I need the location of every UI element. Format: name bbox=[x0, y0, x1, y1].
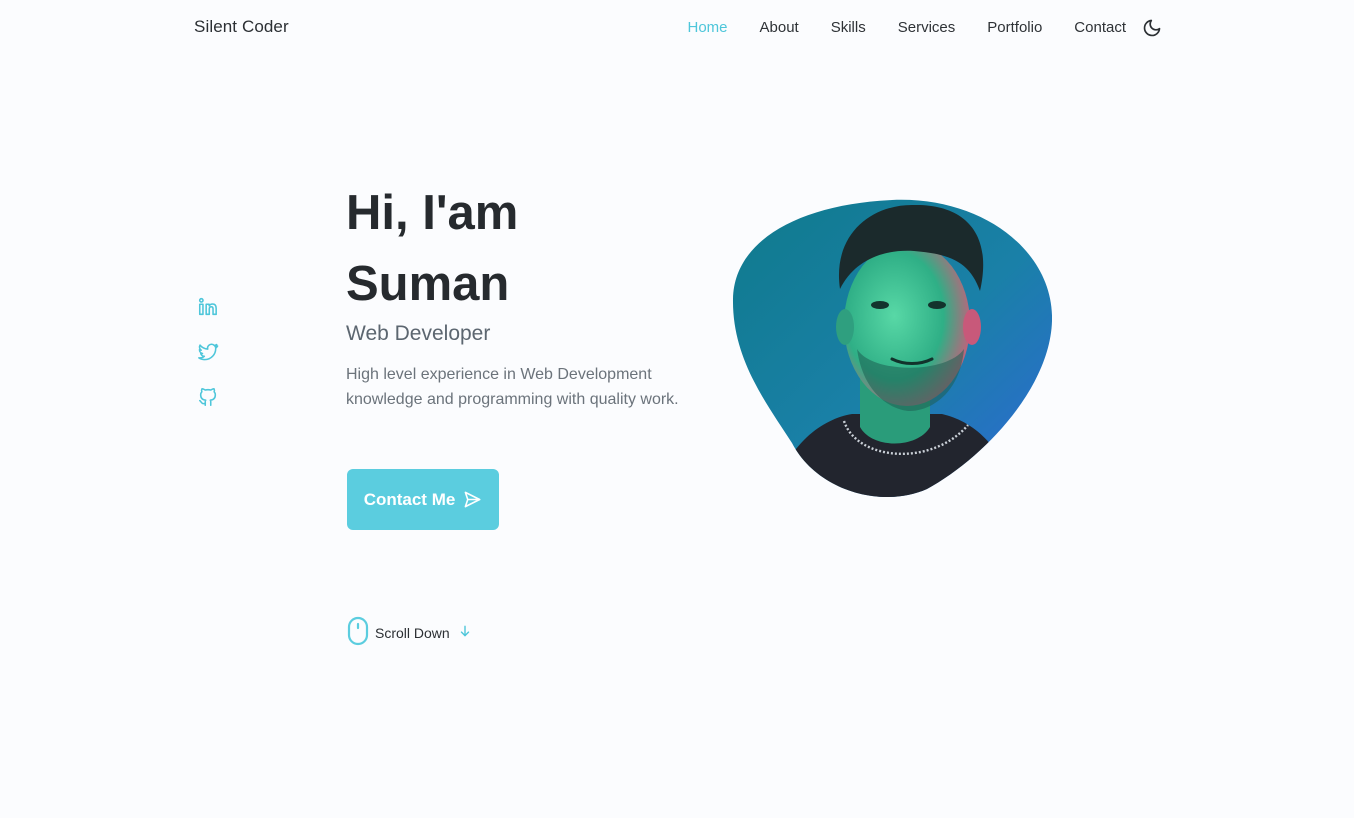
scroll-down-label: Scroll Down bbox=[375, 625, 450, 641]
scroll-down-link[interactable]: Scroll Down bbox=[347, 616, 472, 647]
hero-description: High level experience in Web Development… bbox=[346, 366, 679, 408]
profile-image bbox=[732, 199, 1052, 498]
site-logo[interactable]: Silent Coder bbox=[194, 17, 289, 37]
hero-title: Hi, I'am Suman bbox=[346, 178, 686, 320]
nav-contact[interactable]: Contact bbox=[1074, 19, 1126, 37]
page: Silent Coder Home About Skills Services … bbox=[0, 0, 1354, 818]
moon-icon[interactable] bbox=[1142, 18, 1162, 38]
linkedin-icon[interactable] bbox=[197, 296, 219, 318]
social-links bbox=[197, 296, 219, 431]
hero-subtitle: Web Developer bbox=[346, 322, 491, 345]
nav-home[interactable]: Home bbox=[688, 19, 728, 37]
nav-portfolio[interactable]: Portfolio bbox=[987, 19, 1042, 37]
nav-about[interactable]: About bbox=[760, 19, 799, 37]
main-nav: Home About Skills Services Portfolio Con… bbox=[688, 19, 1127, 37]
mouse-icon bbox=[347, 616, 369, 651]
hero-title-line2: Suman bbox=[346, 257, 510, 311]
site-header: Silent Coder Home About Skills Services … bbox=[0, 0, 1354, 56]
arrow-down-icon bbox=[458, 624, 472, 643]
hero-title-line1: Hi, I'am bbox=[346, 186, 519, 240]
nav-skills[interactable]: Skills bbox=[831, 19, 866, 37]
contact-me-label: Contact Me bbox=[363, 489, 456, 509]
twitter-icon[interactable] bbox=[197, 341, 219, 363]
nav-services[interactable]: Services bbox=[898, 19, 956, 37]
github-icon[interactable] bbox=[197, 386, 219, 408]
send-icon bbox=[463, 490, 482, 509]
contact-me-button[interactable]: Contact Me bbox=[347, 469, 499, 530]
